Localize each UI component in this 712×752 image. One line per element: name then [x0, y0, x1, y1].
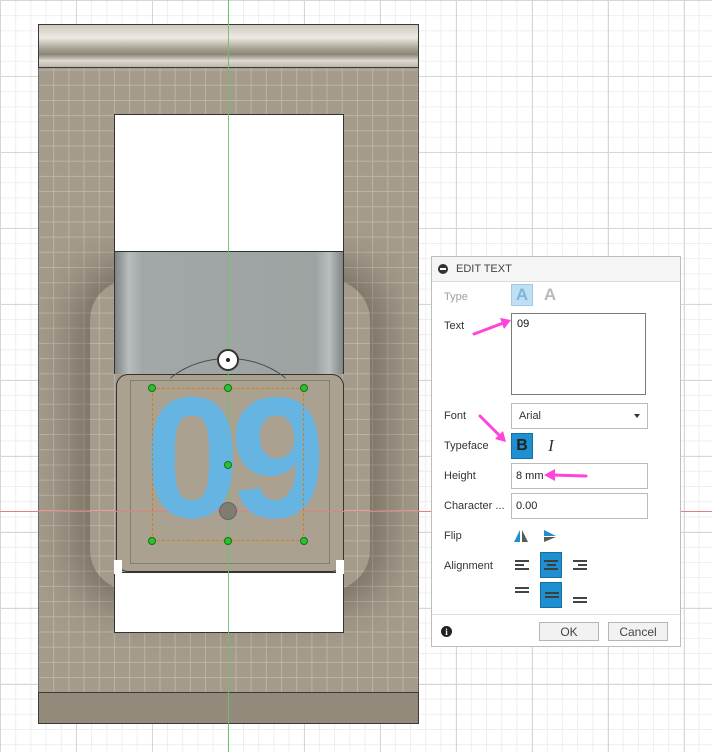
type-text-button[interactable]: A: [511, 284, 533, 306]
font-select-value: Arial: [519, 410, 542, 422]
annotation-arrow-typeface: [478, 414, 506, 442]
annotation-arrow-text: [472, 318, 511, 336]
character-spacing-input[interactable]: 0.00: [511, 493, 648, 519]
annotation-arrow-height: [544, 469, 588, 481]
align-left-button[interactable]: [511, 552, 533, 578]
flip-vertical-icon[interactable]: [542, 528, 558, 544]
flip-horizontal-icon[interactable]: [513, 528, 529, 544]
ok-button[interactable]: OK: [539, 622, 599, 641]
bold-button[interactable]: B: [511, 433, 533, 459]
handle-center[interactable]: [224, 461, 232, 469]
align-center-button[interactable]: [540, 552, 562, 578]
caret-down-icon: [634, 414, 640, 418]
rotate-handle[interactable]: [217, 349, 239, 371]
cancel-button[interactable]: Cancel: [608, 622, 668, 641]
align-bottom-button[interactable]: [569, 582, 591, 608]
handle-bottom-center[interactable]: [224, 537, 232, 545]
text-label: Text: [444, 320, 465, 332]
handle-top-right[interactable]: [300, 384, 308, 392]
edit-text-dialog: EDIT TEXT Type A A Text 09 Font Arial Ty…: [431, 256, 681, 647]
align-right-button[interactable]: [569, 552, 591, 578]
handle-bottom-left[interactable]: [148, 537, 156, 545]
font-label: Font: [444, 410, 467, 422]
align-middle-button[interactable]: [540, 582, 562, 608]
alignment-label: Alignment: [444, 560, 493, 572]
dialog-title: EDIT TEXT: [456, 263, 512, 275]
collapse-icon[interactable]: [438, 264, 448, 274]
handle-top-left[interactable]: [148, 384, 156, 392]
handle-bottom-right[interactable]: [300, 537, 308, 545]
height-label: Height: [444, 470, 476, 482]
top-window-cutout: [114, 114, 344, 252]
font-select[interactable]: Arial: [511, 403, 648, 429]
right-slot: [336, 560, 344, 574]
origin-marker: [219, 502, 237, 520]
info-icon[interactable]: i: [441, 626, 452, 637]
dialog-header[interactable]: EDIT TEXT: [432, 257, 680, 282]
character-spacing-label: Character ...: [444, 500, 505, 512]
type-label: Type: [444, 291, 468, 303]
type-outline-button[interactable]: A: [539, 284, 561, 306]
italic-button[interactable]: I: [540, 433, 562, 459]
handle-top-center[interactable]: [224, 384, 232, 392]
dialog-footer: i OK Cancel: [432, 614, 680, 647]
flip-label: Flip: [444, 530, 462, 542]
left-slot: [114, 560, 122, 574]
align-top-button[interactable]: [511, 582, 533, 608]
bottom-window-cutout: [114, 572, 344, 633]
text-field[interactable]: 09: [511, 313, 646, 395]
